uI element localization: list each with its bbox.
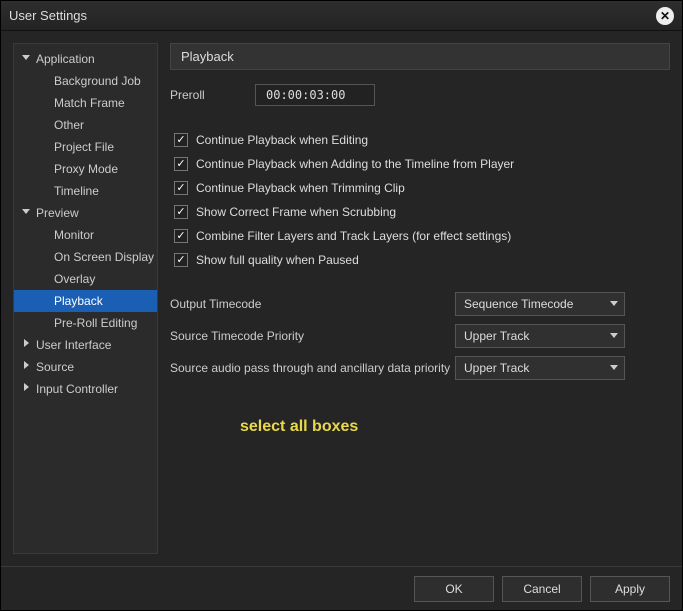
sidebar-section[interactable]: Preview: [14, 202, 157, 224]
select-row: Source audio pass through and ancillary …: [170, 356, 670, 380]
dropdown[interactable]: Sequence Timecode: [455, 292, 625, 316]
footer: OK Cancel Apply: [1, 566, 682, 610]
checkbox-row: ✓ Continue Playback when Trimming Clip: [174, 178, 670, 198]
checkbox-label: Show full quality when Paused: [196, 253, 359, 267]
sidebar-section[interactable]: Application: [14, 48, 157, 70]
checkbox[interactable]: ✓: [174, 157, 188, 171]
checkbox-label: Continue Playback when Editing: [196, 133, 368, 147]
dropdown[interactable]: Upper Track: [455, 324, 625, 348]
select-label: Output Timecode: [170, 297, 455, 311]
sidebar-item[interactable]: Proxy Mode: [14, 158, 157, 180]
preroll-row: Preroll 00:00:03:00: [170, 84, 670, 106]
apply-button[interactable]: Apply: [590, 576, 670, 602]
titlebar: User Settings ✕: [1, 1, 682, 31]
sidebar-section[interactable]: Source: [14, 356, 157, 378]
cancel-button[interactable]: Cancel: [502, 576, 582, 602]
close-icon[interactable]: ✕: [656, 7, 674, 25]
settings-window: User Settings ✕ ApplicationBackground Jo…: [0, 0, 683, 611]
dropdown[interactable]: Upper Track: [455, 356, 625, 380]
select-label: Source audio pass through and ancillary …: [170, 361, 455, 375]
checkbox-row: ✓ Combine Filter Layers and Track Layers …: [174, 226, 670, 246]
checkbox[interactable]: ✓: [174, 205, 188, 219]
sidebar-item[interactable]: Pre-Roll Editing: [14, 312, 157, 334]
window-title: User Settings: [9, 8, 87, 23]
select-row: Output TimecodeSequence Timecode: [170, 292, 670, 316]
select-label: Source Timecode Priority: [170, 329, 455, 343]
sidebar-item[interactable]: Other: [14, 114, 157, 136]
checkbox-row: ✓ Show Correct Frame when Scrubbing: [174, 202, 670, 222]
sidebar-item[interactable]: On Screen Display: [14, 246, 157, 268]
sidebar-item[interactable]: Match Frame: [14, 92, 157, 114]
select-row: Source Timecode PriorityUpper Track: [170, 324, 670, 348]
checkbox-list: ✓ Continue Playback when Editing ✓ Continue…: [170, 126, 670, 274]
select-list: Output TimecodeSequence TimecodeSource T…: [170, 284, 670, 388]
sidebar-item[interactable]: Overlay: [14, 268, 157, 290]
checkbox-label: Continue Playback when Adding to the Tim…: [196, 157, 514, 171]
checkbox-label: Combine Filter Layers and Track Layers (…: [196, 229, 511, 243]
checkbox[interactable]: ✓: [174, 253, 188, 267]
checkbox-label: Show Correct Frame when Scrubbing: [196, 205, 396, 219]
sidebar-item[interactable]: Background Job: [14, 70, 157, 92]
body: ApplicationBackground JobMatch FrameOthe…: [1, 31, 682, 566]
checkbox-row: ✓ Continue Playback when Adding to the Ti…: [174, 154, 670, 174]
preroll-input[interactable]: 00:00:03:00: [255, 84, 375, 106]
sidebar-section[interactable]: User Interface: [14, 334, 157, 356]
preroll-label: Preroll: [170, 88, 255, 102]
sidebar-item[interactable]: Monitor: [14, 224, 157, 246]
checkbox[interactable]: ✓: [174, 229, 188, 243]
sidebar-item[interactable]: Timeline: [14, 180, 157, 202]
sidebar[interactable]: ApplicationBackground JobMatch FrameOthe…: [13, 43, 158, 554]
sidebar-section[interactable]: Input Controller: [14, 378, 157, 400]
panel-title: Playback: [170, 43, 670, 70]
checkbox[interactable]: ✓: [174, 133, 188, 147]
checkbox[interactable]: ✓: [174, 181, 188, 195]
checkbox-row: ✓ Continue Playback when Editing: [174, 130, 670, 150]
checkbox-label: Continue Playback when Trimming Clip: [196, 181, 405, 195]
checkbox-row: ✓ Show full quality when Paused: [174, 250, 670, 270]
content-panel: Playback Preroll 00:00:03:00 ✓ Continue P…: [170, 43, 670, 554]
sidebar-item[interactable]: Project File: [14, 136, 157, 158]
annotation-text: select all boxes: [240, 418, 670, 436]
ok-button[interactable]: OK: [414, 576, 494, 602]
sidebar-item[interactable]: Playback: [14, 290, 157, 312]
